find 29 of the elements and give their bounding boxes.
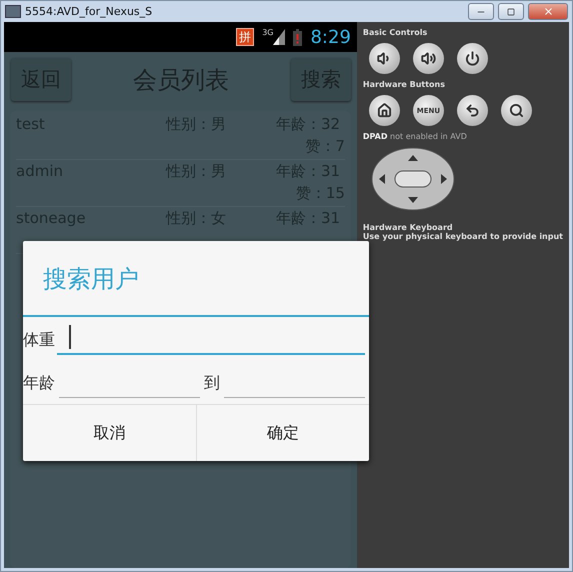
volume-up-icon[interactable]: [412, 43, 444, 74]
input-method-indicator: 拼: [236, 28, 254, 46]
app-icon: [5, 5, 21, 18]
home-icon[interactable]: [368, 95, 400, 126]
volume-down-icon[interactable]: [368, 43, 400, 74]
window-title: 5554:AVD_for_Nexus_S: [25, 5, 154, 18]
text-cursor: [69, 325, 71, 349]
close-button[interactable]: [528, 3, 568, 20]
power-icon[interactable]: [456, 43, 488, 74]
battery-icon: [293, 28, 302, 46]
dialog-title: 搜索用户: [42, 264, 140, 295]
maximize-button[interactable]: [498, 3, 524, 20]
dpad-drawing[interactable]: [370, 147, 455, 211]
network-label: 3G: [262, 28, 274, 37]
section-label: Basic Controls: [362, 28, 428, 37]
to-label: 到: [204, 373, 220, 394]
signal-icon: [273, 29, 286, 45]
close-icon: [542, 6, 554, 17]
section-label: Hardware Buttons: [362, 80, 446, 89]
weight-label: 体重: [23, 330, 55, 351]
keyboard-note: Use your physical keyboard to provide input: [362, 232, 563, 241]
maximize-icon: [507, 8, 515, 16]
dialog-button[interactable]: 取消: [23, 405, 196, 461]
age-label: 年龄: [23, 373, 55, 394]
minimize-button[interactable]: [468, 3, 494, 20]
search-icon[interactable]: [500, 95, 532, 126]
keyboard-title: Hardware Keyboard: [362, 223, 454, 232]
clock: 8:29: [310, 26, 351, 48]
dpad-note: DPAD not enabled in AVD: [362, 132, 468, 141]
